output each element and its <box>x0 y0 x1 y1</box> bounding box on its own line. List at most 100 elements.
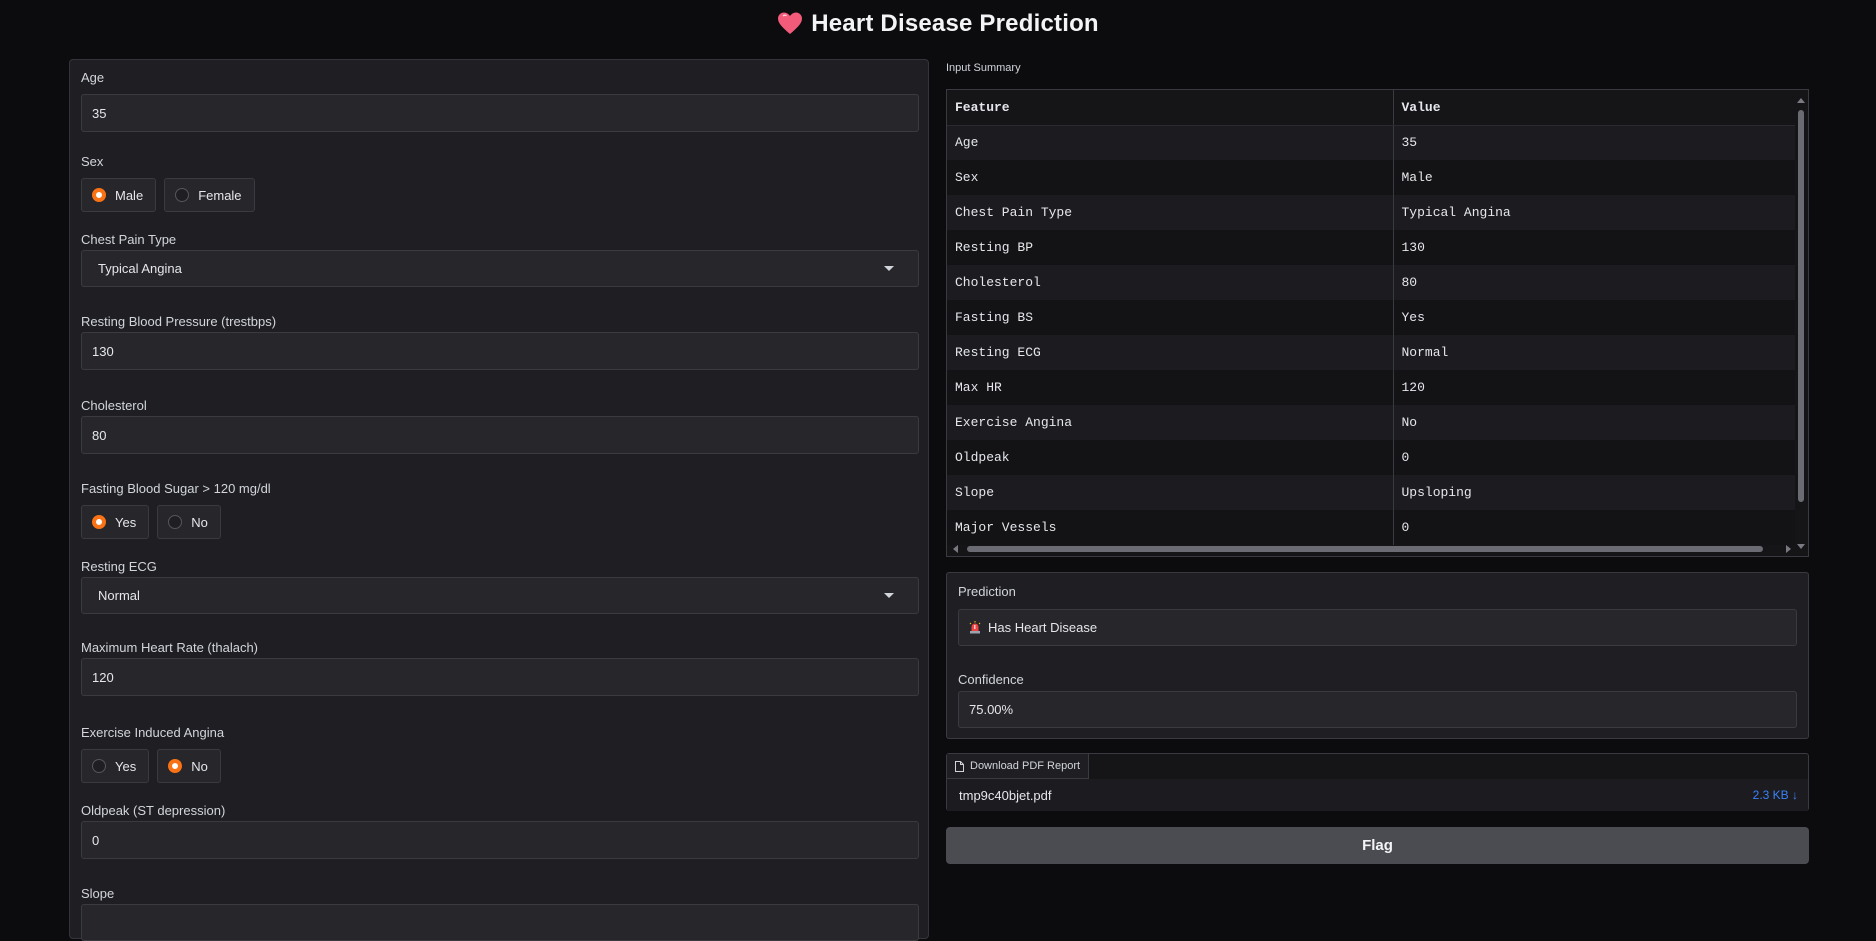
value-cell: Male <box>1393 160 1795 195</box>
restecg-label: Resting ECG <box>81 559 157 574</box>
column-header-feature: Feature <box>947 90 1394 126</box>
scroll-left-icon[interactable] <box>953 545 958 553</box>
table-row: Oldpeak 0 <box>947 440 1795 475</box>
radio-unselected-icon <box>175 188 190 202</box>
vertical-scrollbar[interactable] <box>1795 94 1806 549</box>
feature-cell: Cholesterol <box>947 265 1394 300</box>
value-cell: Upsloping <box>1393 475 1795 510</box>
feature-cell: Max HR <box>947 370 1394 405</box>
file-name[interactable]: tmp9c40bjet.pdf <box>959 788 1052 803</box>
value-cell: 0 <box>1393 440 1795 475</box>
fbs-radio-yes[interactable]: Yes <box>81 505 150 539</box>
slope-label: Slope <box>81 886 115 901</box>
dropdown-value: Typical Angina <box>98 261 182 276</box>
prediction-value: Has Heart Disease <box>988 620 1098 635</box>
table-row: Max HR 120 <box>947 370 1795 405</box>
confidence-output: 75.00% <box>958 691 1797 728</box>
download-pdf-label: Download PDF Report <box>970 760 1081 772</box>
dropdown-value: Normal <box>98 588 140 603</box>
prediction-output: Has Heart Disease <box>958 609 1797 646</box>
summary-table: Feature Value Age 35 Sex Male Chest Pain T… <box>947 90 1795 545</box>
feature-cell: Exercise Angina <box>947 405 1394 440</box>
oldpeak-field: Oldpeak (ST depression) 0 <box>81 803 919 859</box>
radio-selected-icon <box>92 188 106 202</box>
cholesterol-label: Cholesterol <box>81 398 147 413</box>
value-cell: No <box>1393 405 1795 440</box>
prediction-label: Prediction <box>958 584 1016 599</box>
trestbps-input[interactable]: 130 <box>81 332 919 370</box>
feature-cell: Resting ECG <box>947 335 1394 370</box>
exang-field: Exercise Induced Angina Yes No <box>81 725 919 783</box>
radio-selected-icon <box>92 515 106 529</box>
cholesterol-input[interactable]: 80 <box>81 416 919 454</box>
sex-radio-male[interactable]: Male <box>81 178 157 212</box>
scroll-right-icon[interactable] <box>1786 545 1791 553</box>
chevron-down-icon <box>884 593 894 598</box>
value-cell: Normal <box>1393 335 1795 370</box>
input-form-panel: Age 35 Sex Male Female Chest Pain Type T… <box>69 59 929 941</box>
table-row: Chest Pain Type Typical Angina <box>947 195 1795 230</box>
exang-radio-no[interactable]: No <box>157 749 221 783</box>
scroll-down-icon[interactable] <box>1797 544 1805 549</box>
age-label: Age <box>81 70 105 85</box>
sex-radio-female[interactable]: Female <box>164 178 255 212</box>
column-header-value: Value <box>1393 90 1795 126</box>
sex-label: Sex <box>81 154 104 169</box>
radio-label: Yes <box>115 758 137 774</box>
download-pdf-tab: Download PDF Report <box>947 754 1090 779</box>
chest-pain-dropdown[interactable]: Typical Angina <box>81 250 919 287</box>
sex-field: Sex Male Female <box>81 154 919 212</box>
age-field: Age 35 <box>81 70 919 132</box>
file-size-download-link[interactable]: 2.3 KB ↓ <box>1753 788 1798 802</box>
input-summary-label: Input Summary <box>946 62 1021 74</box>
alarm-light-icon <box>969 621 981 634</box>
value-cell: Typical Angina <box>1393 195 1795 230</box>
table-row: Major Vessels 0 <box>947 510 1795 545</box>
cholesterol-field: Cholesterol 80 <box>81 398 919 454</box>
value-cell: 120 <box>1393 370 1795 405</box>
prediction-panel: Prediction Has Heart Disease Confidence … <box>946 572 1809 739</box>
restecg-dropdown[interactable]: Normal <box>81 577 919 614</box>
file-row[interactable]: tmp9c40bjet.pdf 2.3 KB ↓ <box>947 779 1808 811</box>
oldpeak-input[interactable]: 0 <box>81 821 919 859</box>
feature-cell: Age <box>947 125 1394 160</box>
restecg-field: Resting ECG Normal <box>81 559 919 614</box>
slope-field: Slope <box>81 886 919 941</box>
radio-label: Female <box>198 187 242 203</box>
feature-cell: Slope <box>947 475 1394 510</box>
fbs-radio-no[interactable]: No <box>157 505 221 539</box>
fbs-field: Fasting Blood Sugar > 120 mg/dl Yes No <box>81 481 919 539</box>
flag-button[interactable]: Flag <box>946 827 1809 864</box>
table-row: Resting ECG Normal <box>947 335 1795 370</box>
scroll-up-icon[interactable] <box>1797 98 1805 103</box>
radio-unselected-icon <box>92 759 106 773</box>
feature-cell: Major Vessels <box>947 510 1394 545</box>
slope-dropdown[interactable] <box>81 904 919 941</box>
chest-pain-field: Chest Pain Type Typical Angina <box>81 232 919 287</box>
fbs-label: Fasting Blood Sugar > 120 mg/dl <box>81 481 271 496</box>
scrollbar-thumb[interactable] <box>1798 110 1804 502</box>
thalach-label: Maximum Heart Rate (thalach) <box>81 640 258 655</box>
thalach-input[interactable]: 120 <box>81 658 919 696</box>
chevron-down-icon <box>884 266 894 271</box>
table-row: Sex Male <box>947 160 1795 195</box>
chest-pain-label: Chest Pain Type <box>81 232 177 247</box>
trestbps-field: Resting Blood Pressure (trestbps) 130 <box>81 314 919 370</box>
radio-label: No <box>191 758 208 774</box>
exang-radio-yes[interactable]: Yes <box>81 749 150 783</box>
radio-label: No <box>191 514 208 530</box>
oldpeak-label: Oldpeak (ST depression) <box>81 803 226 818</box>
value-cell: 0 <box>1393 510 1795 545</box>
age-input[interactable]: 35 <box>81 94 919 132</box>
feature-cell: Sex <box>947 160 1394 195</box>
thalach-field: Maximum Heart Rate (thalach) 120 <box>81 640 919 696</box>
feature-cell: Fasting BS <box>947 300 1394 335</box>
feature-cell: Chest Pain Type <box>947 195 1394 230</box>
input-summary-table[interactable]: Feature Value Age 35 Sex Male Chest Pain T… <box>946 89 1809 557</box>
radio-selected-icon <box>168 759 183 773</box>
value-cell: 80 <box>1393 265 1795 300</box>
radio-label: Male <box>115 187 144 203</box>
table-row: Exercise Angina No <box>947 405 1795 440</box>
horizontal-scrollbar[interactable] <box>951 544 1791 554</box>
scrollbar-thumb[interactable] <box>967 546 1763 552</box>
